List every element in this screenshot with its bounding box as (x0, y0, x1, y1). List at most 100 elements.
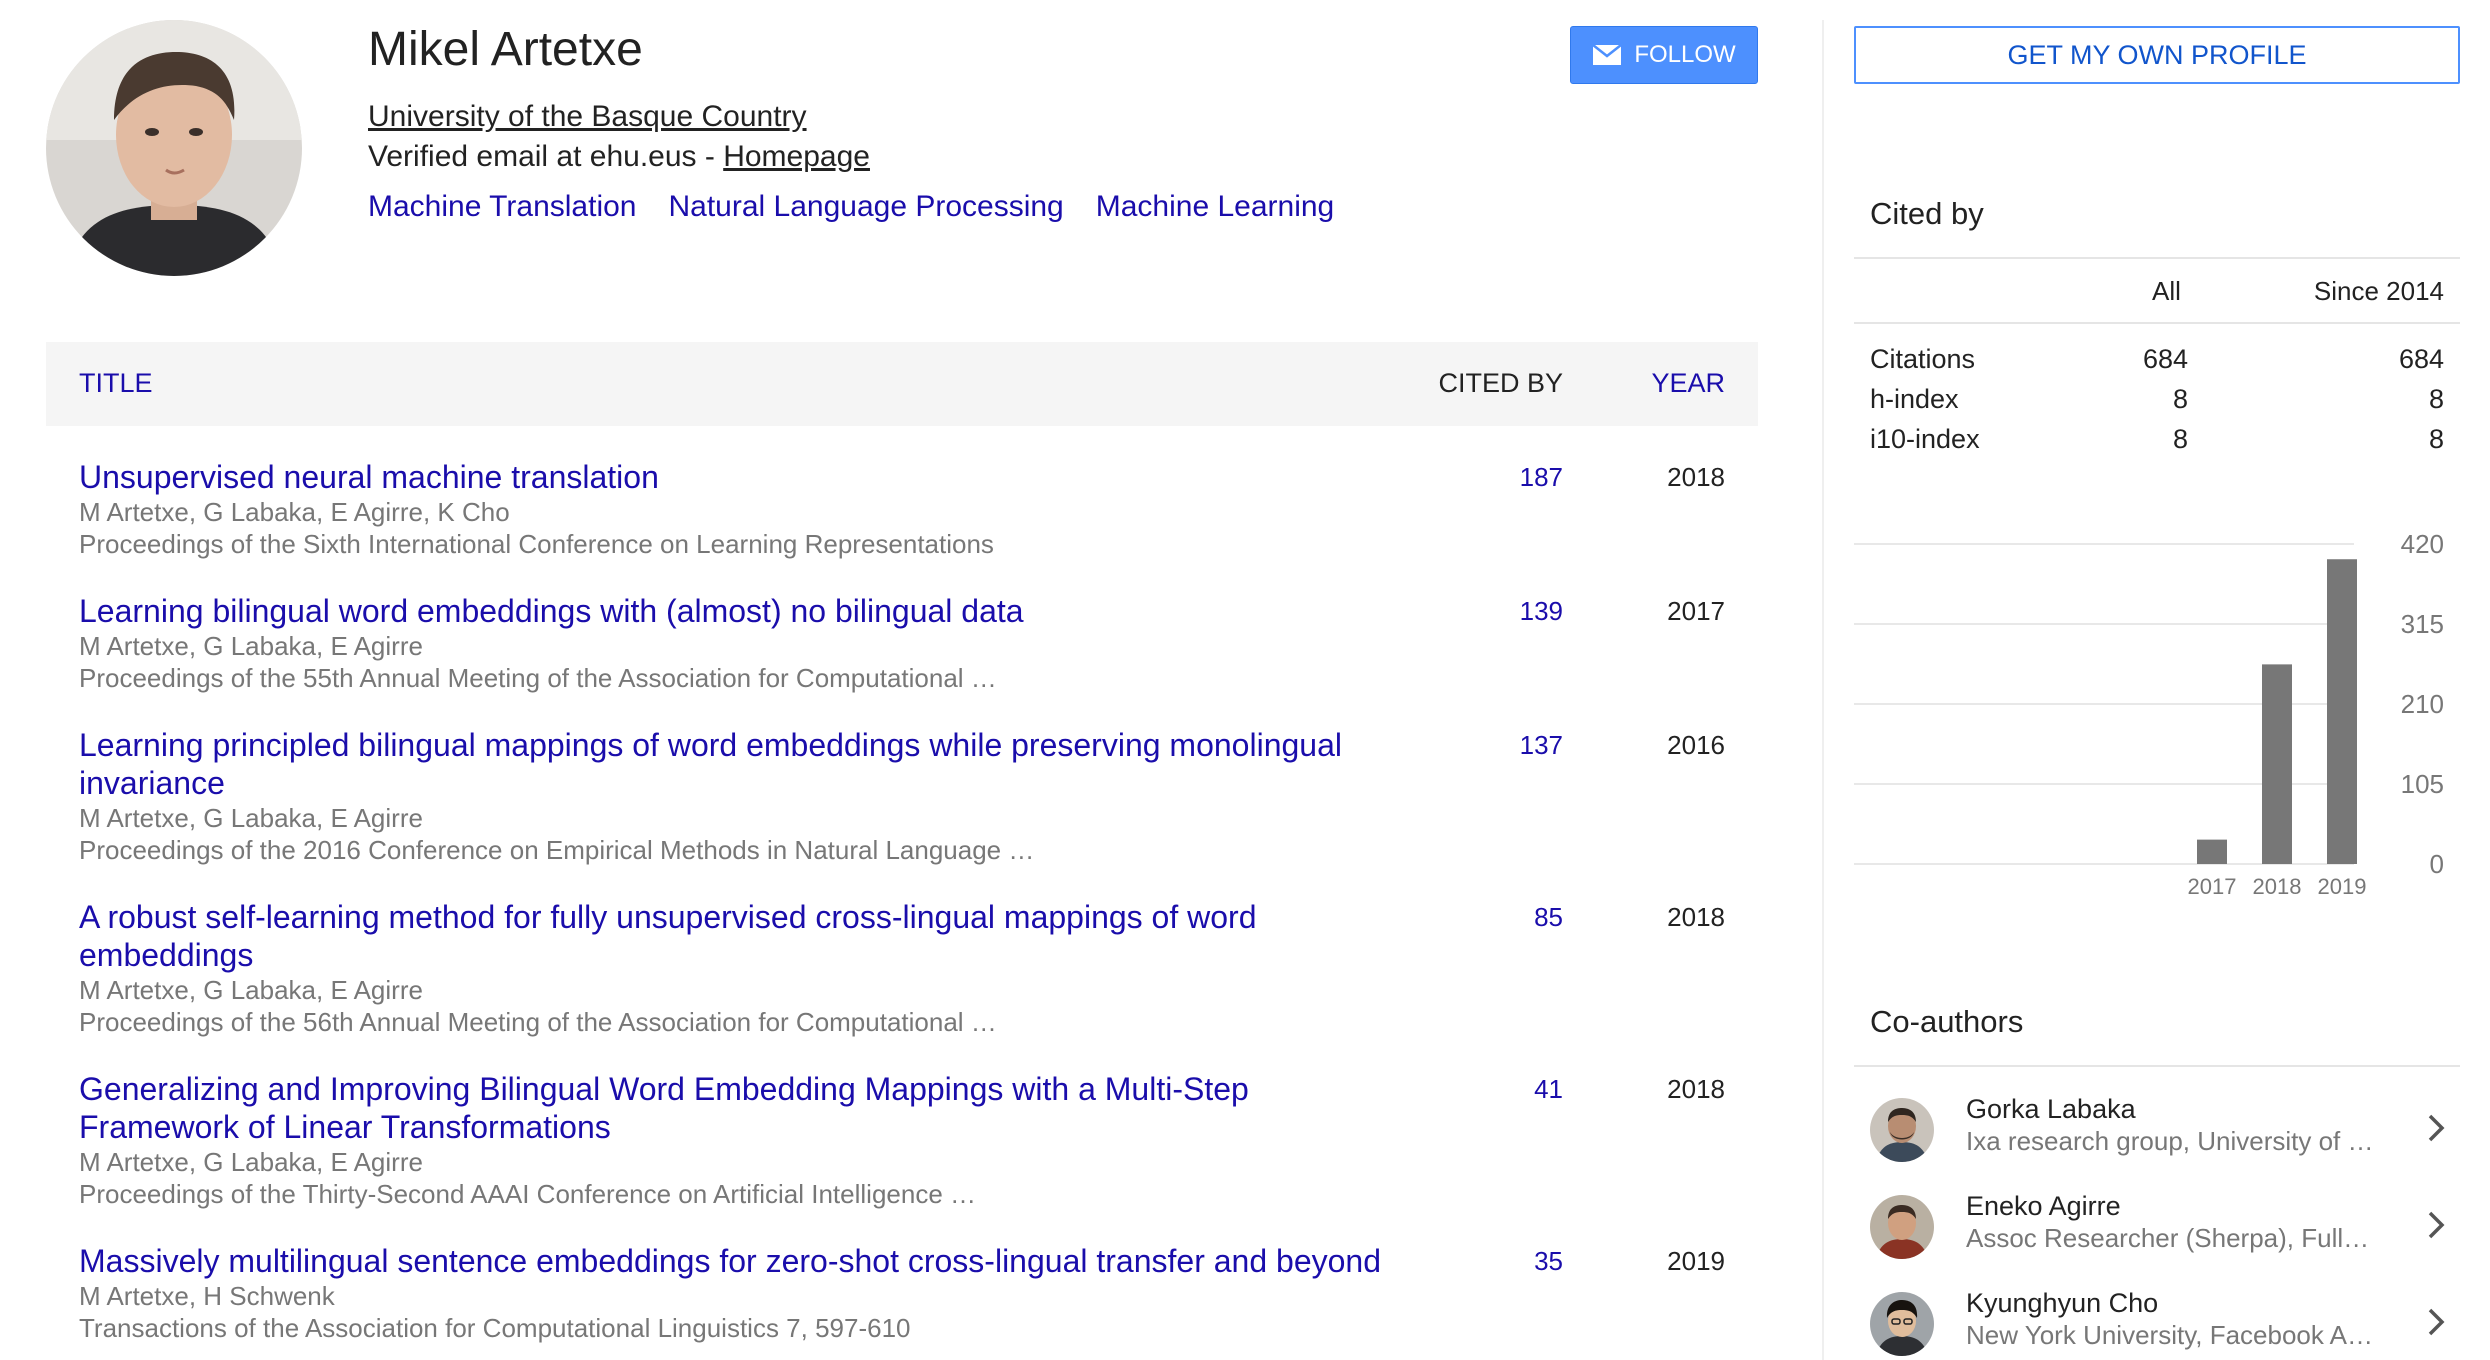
cited-by-count-link[interactable]: 187 (1520, 462, 1563, 493)
email-line: Verified email at ehu.eus - Homepage (368, 140, 870, 174)
stat-all-value: 8 (2172, 384, 2188, 414)
coauthor-name: Eneko Agirre (1966, 1191, 2121, 1221)
interest-machine-translation[interactable]: Machine Translation (368, 190, 636, 224)
stat-row-citations: Citations 684 684 (1870, 344, 2444, 384)
cited-by-count-link[interactable]: 139 (1520, 596, 1563, 627)
stat-label[interactable]: i10-index (1870, 424, 1980, 455)
coauthors-title: Co-authors (1870, 1004, 2024, 1039)
coauthor-item[interactable]: Eneko Agirre Assoc Researcher (Sherpa), … (1854, 1183, 2460, 1271)
stat-since-value: 684 (2398, 344, 2444, 374)
publication-title-link[interactable]: Learning bilingual word embeddings with … (79, 592, 1409, 630)
publication-authors: M Artetxe, G Labaka, E Agirre (79, 803, 423, 833)
publication-year: 2018 (1667, 462, 1725, 492)
publication-title-link[interactable]: Generalizing and Improving Bilingual Wor… (79, 1070, 1409, 1146)
coauthor-item[interactable]: Kyunghyun Cho New York University, Faceb… (1854, 1280, 2460, 1360)
coauthor-name: Kyunghyun Cho (1966, 1288, 2159, 1318)
table-row: Massively multilingual sentence embeddin… (46, 1210, 1758, 1344)
publication-authors: M Artetxe, G Labaka, E Agirre (79, 1147, 423, 1177)
publication-venue: Proceedings of the 55th Annual Meeting o… (79, 663, 997, 693)
stat-since-value: 8 (2428, 424, 2444, 454)
chevron-right-icon (2428, 1211, 2445, 1239)
cited-by-count-link[interactable]: 41 (1534, 1074, 1563, 1105)
publication-year: 2017 (1667, 596, 1725, 626)
publication-venue: Transactions of the Association for Comp… (79, 1313, 911, 1343)
publication-authors: M Artetxe, G Labaka, E Agirre, K Cho (79, 497, 510, 527)
publication-venue: Proceedings of the 56th Annual Meeting o… (79, 1007, 997, 1037)
stat-all-value: 684 (2142, 344, 2188, 374)
title-column-header[interactable]: TITLE (79, 368, 153, 399)
chevron-right-icon (2428, 1308, 2445, 1336)
publication-title-link[interactable]: A robust self-learning method for fully … (79, 898, 1409, 974)
get-my-own-profile-button[interactable]: GET MY OWN PROFILE (1854, 26, 2460, 84)
x-tick-label: 2017 (2188, 874, 2237, 899)
publication-venue: Proceedings of the Thirty-Second AAAI Co… (79, 1179, 977, 1209)
divider (1854, 322, 2460, 324)
stat-since-value: 8 (2428, 384, 2444, 414)
table-row: Learning bilingual word embeddings with … (46, 560, 1758, 694)
affiliation-link[interactable]: University of the Basque Country (368, 100, 807, 134)
coauthor-avatar (1870, 1098, 1934, 1162)
publication-year: 2018 (1667, 902, 1725, 932)
chevron-right-icon (2428, 1114, 2445, 1142)
publication-authors: M Artetxe, G Labaka, E Agirre (79, 631, 423, 661)
publications-header: TITLE CITED BY YEAR (46, 342, 1758, 426)
coauthor-name: Gorka Labaka (1966, 1094, 2136, 1124)
publication-year: 2018 (1667, 1074, 1725, 1104)
x-tick-label: 2019 (2318, 874, 2367, 899)
table-row: Learning principled bilingual mappings o… (46, 694, 1758, 866)
y-tick-label: 210 (2401, 689, 2444, 719)
publication-title-link[interactable]: Learning principled bilingual mappings o… (79, 726, 1409, 802)
cited-by-count-link[interactable]: 137 (1520, 730, 1563, 761)
year-column-header[interactable]: YEAR (1651, 368, 1725, 399)
cited-by-count-link[interactable]: 35 (1534, 1246, 1563, 1277)
coauthor-affiliation: Assoc Researcher (Sherpa), Full… (1966, 1223, 2370, 1253)
cited-by-count-link[interactable]: 85 (1534, 902, 1563, 933)
table-row: Generalizing and Improving Bilingual Wor… (46, 1038, 1758, 1210)
x-tick-label: 2018 (2253, 874, 2302, 899)
coauthor-item[interactable]: Gorka Labaka Ixa research group, Univers… (1854, 1086, 2460, 1174)
divider (1854, 257, 2460, 259)
publication-venue: Proceedings of the 2016 Conference on Em… (79, 835, 1035, 865)
publication-year: 2016 (1667, 730, 1725, 760)
publication-title-link[interactable]: Unsupervised neural machine translation (79, 458, 1409, 496)
stat-label[interactable]: h-index (1870, 384, 1959, 415)
chart-bar (2197, 839, 2227, 864)
y-tick-label: 420 (2401, 529, 2444, 559)
y-tick-label: 0 (2430, 849, 2444, 879)
y-tick-label: 315 (2401, 609, 2444, 639)
interest-machine-learning[interactable]: Machine Learning (1096, 190, 1335, 224)
divider (1854, 1065, 2460, 1067)
coauthor-affiliation: New York University, Facebook A… (1966, 1320, 2374, 1350)
follow-button[interactable]: FOLLOW (1570, 26, 1758, 84)
stat-label[interactable]: Citations (1870, 344, 1975, 375)
profile-photo (46, 20, 302, 276)
table-row: Unsupervised neural machine translation … (46, 426, 1758, 560)
y-tick-label: 105 (2401, 769, 2444, 799)
publication-authors: M Artetxe, G Labaka, E Agirre (79, 975, 423, 1005)
research-interests: Machine Translation Natural Language Pro… (368, 190, 1334, 224)
stat-row-h-index: h-index 8 8 (1870, 384, 2444, 424)
col-since-header: Since 2014 (2313, 276, 2444, 306)
interest-nlp[interactable]: Natural Language Processing (668, 190, 1063, 224)
publication-title-link[interactable]: Massively multilingual sentence embeddin… (79, 1242, 1409, 1280)
stat-row-i10-index: i10-index 8 8 (1870, 424, 2444, 464)
col-all-header: All (2152, 276, 2181, 306)
cited-by-title: Cited by (1870, 196, 1984, 231)
column-divider (1822, 20, 1824, 1360)
envelope-icon (1592, 44, 1623, 65)
cited-by-column-header[interactable]: CITED BY (1438, 368, 1563, 399)
citations-per-year-chart: 0 105 210 315 420 2017 2018 2019 (1854, 529, 2444, 899)
publication-authors: M Artetxe, H Schwenk (79, 1281, 335, 1311)
homepage-link[interactable]: Homepage (723, 140, 870, 173)
publication-venue: Proceedings of the Sixth International C… (79, 529, 994, 559)
follow-label: FOLLOW (1634, 41, 1736, 68)
verified-email-text: Verified email at ehu.eus - (368, 140, 724, 173)
chart-bar (2327, 559, 2357, 864)
profile-name: Mikel Artetxe (368, 23, 643, 76)
stat-all-value: 8 (2172, 424, 2188, 454)
publication-year: 2019 (1667, 1246, 1725, 1276)
coauthor-avatar (1870, 1292, 1934, 1356)
coauthor-avatar (1870, 1195, 1934, 1259)
chart-bar (2262, 664, 2292, 864)
coauthor-affiliation: Ixa research group, University of … (1966, 1126, 2374, 1156)
